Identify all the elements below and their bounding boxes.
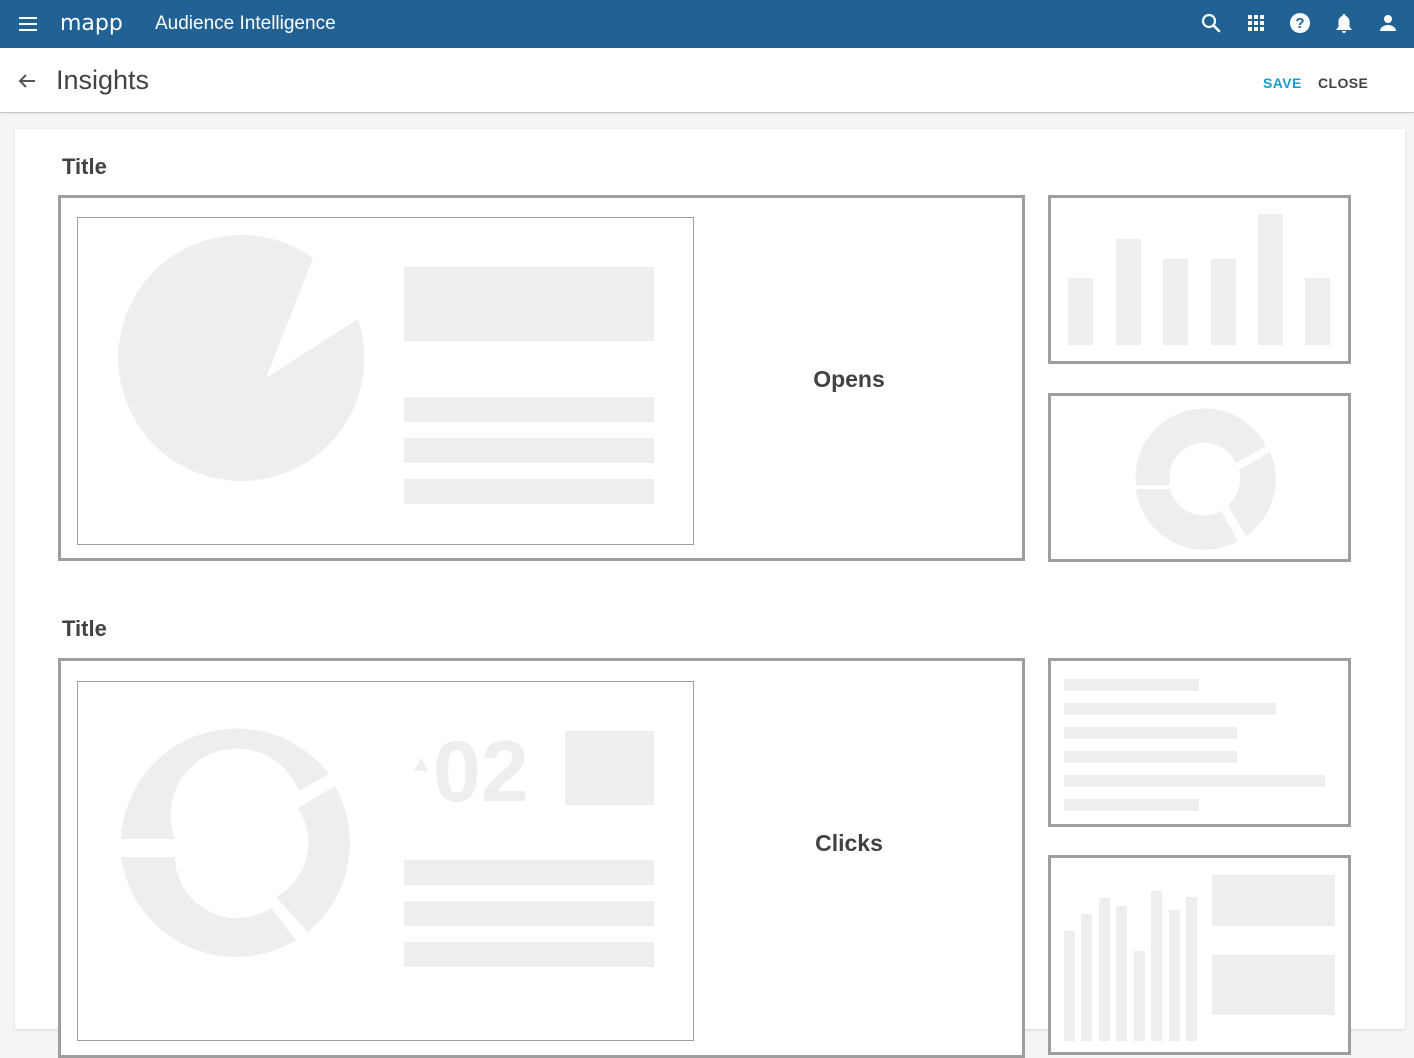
back-arrow-icon[interactable] — [15, 69, 39, 93]
bar-summary-widget[interactable] — [1048, 855, 1351, 1055]
apps-grid-icon[interactable] — [1244, 11, 1268, 35]
app-title: Audience Intelligence — [155, 13, 336, 34]
donut-chart-placeholder-icon — [1135, 408, 1276, 550]
notifications-bell-icon[interactable] — [1332, 11, 1356, 35]
page-header: Insights SAVE CLOSE — [0, 48, 1414, 113]
mapp-logo[interactable]: mapp — [60, 8, 130, 40]
dashboard-card: Title Opens Title 02 Clicks — [15, 129, 1405, 1058]
widget-preview-frame — [77, 217, 694, 545]
bar-chart-placeholder-icon — [1068, 214, 1330, 345]
section-title-1: Title — [62, 154, 107, 179]
menu-icon[interactable] — [16, 12, 40, 36]
top-app-bar: mapp Audience Intelligence ? — [0, 0, 1414, 48]
donut-kpi-placeholder-icon: 02 — [121, 724, 654, 967]
bar-summary-placeholder-icon — [1064, 875, 1335, 1041]
page-title: Insights — [56, 65, 150, 95]
svg-text:?: ? — [1295, 15, 1304, 32]
brand-text: mapp — [60, 11, 123, 36]
help-icon[interactable]: ? — [1288, 11, 1312, 35]
kpi-placeholder-number: 02 — [433, 724, 529, 820]
save-button[interactable]: SAVE — [1263, 73, 1302, 93]
text-lines-placeholder-icon — [1064, 679, 1325, 811]
clicks-label: Clicks — [815, 830, 883, 856]
text-list-widget[interactable] — [1048, 658, 1351, 827]
opens-widget[interactable]: Opens — [58, 195, 1025, 561]
close-button[interactable]: CLOSE — [1318, 73, 1368, 93]
donut-chart-widget[interactable] — [1048, 393, 1351, 562]
clicks-widget[interactable]: 02 Clicks — [58, 658, 1025, 1058]
opens-label: Opens — [813, 366, 885, 392]
bar-chart-widget[interactable] — [1048, 195, 1351, 364]
account-icon[interactable] — [1376, 11, 1400, 35]
widget-preview-frame: 02 — [77, 681, 694, 1041]
search-icon[interactable] — [1199, 11, 1223, 35]
pie-chart-placeholder-icon — [118, 234, 654, 504]
section-title-2: Title — [62, 616, 107, 641]
